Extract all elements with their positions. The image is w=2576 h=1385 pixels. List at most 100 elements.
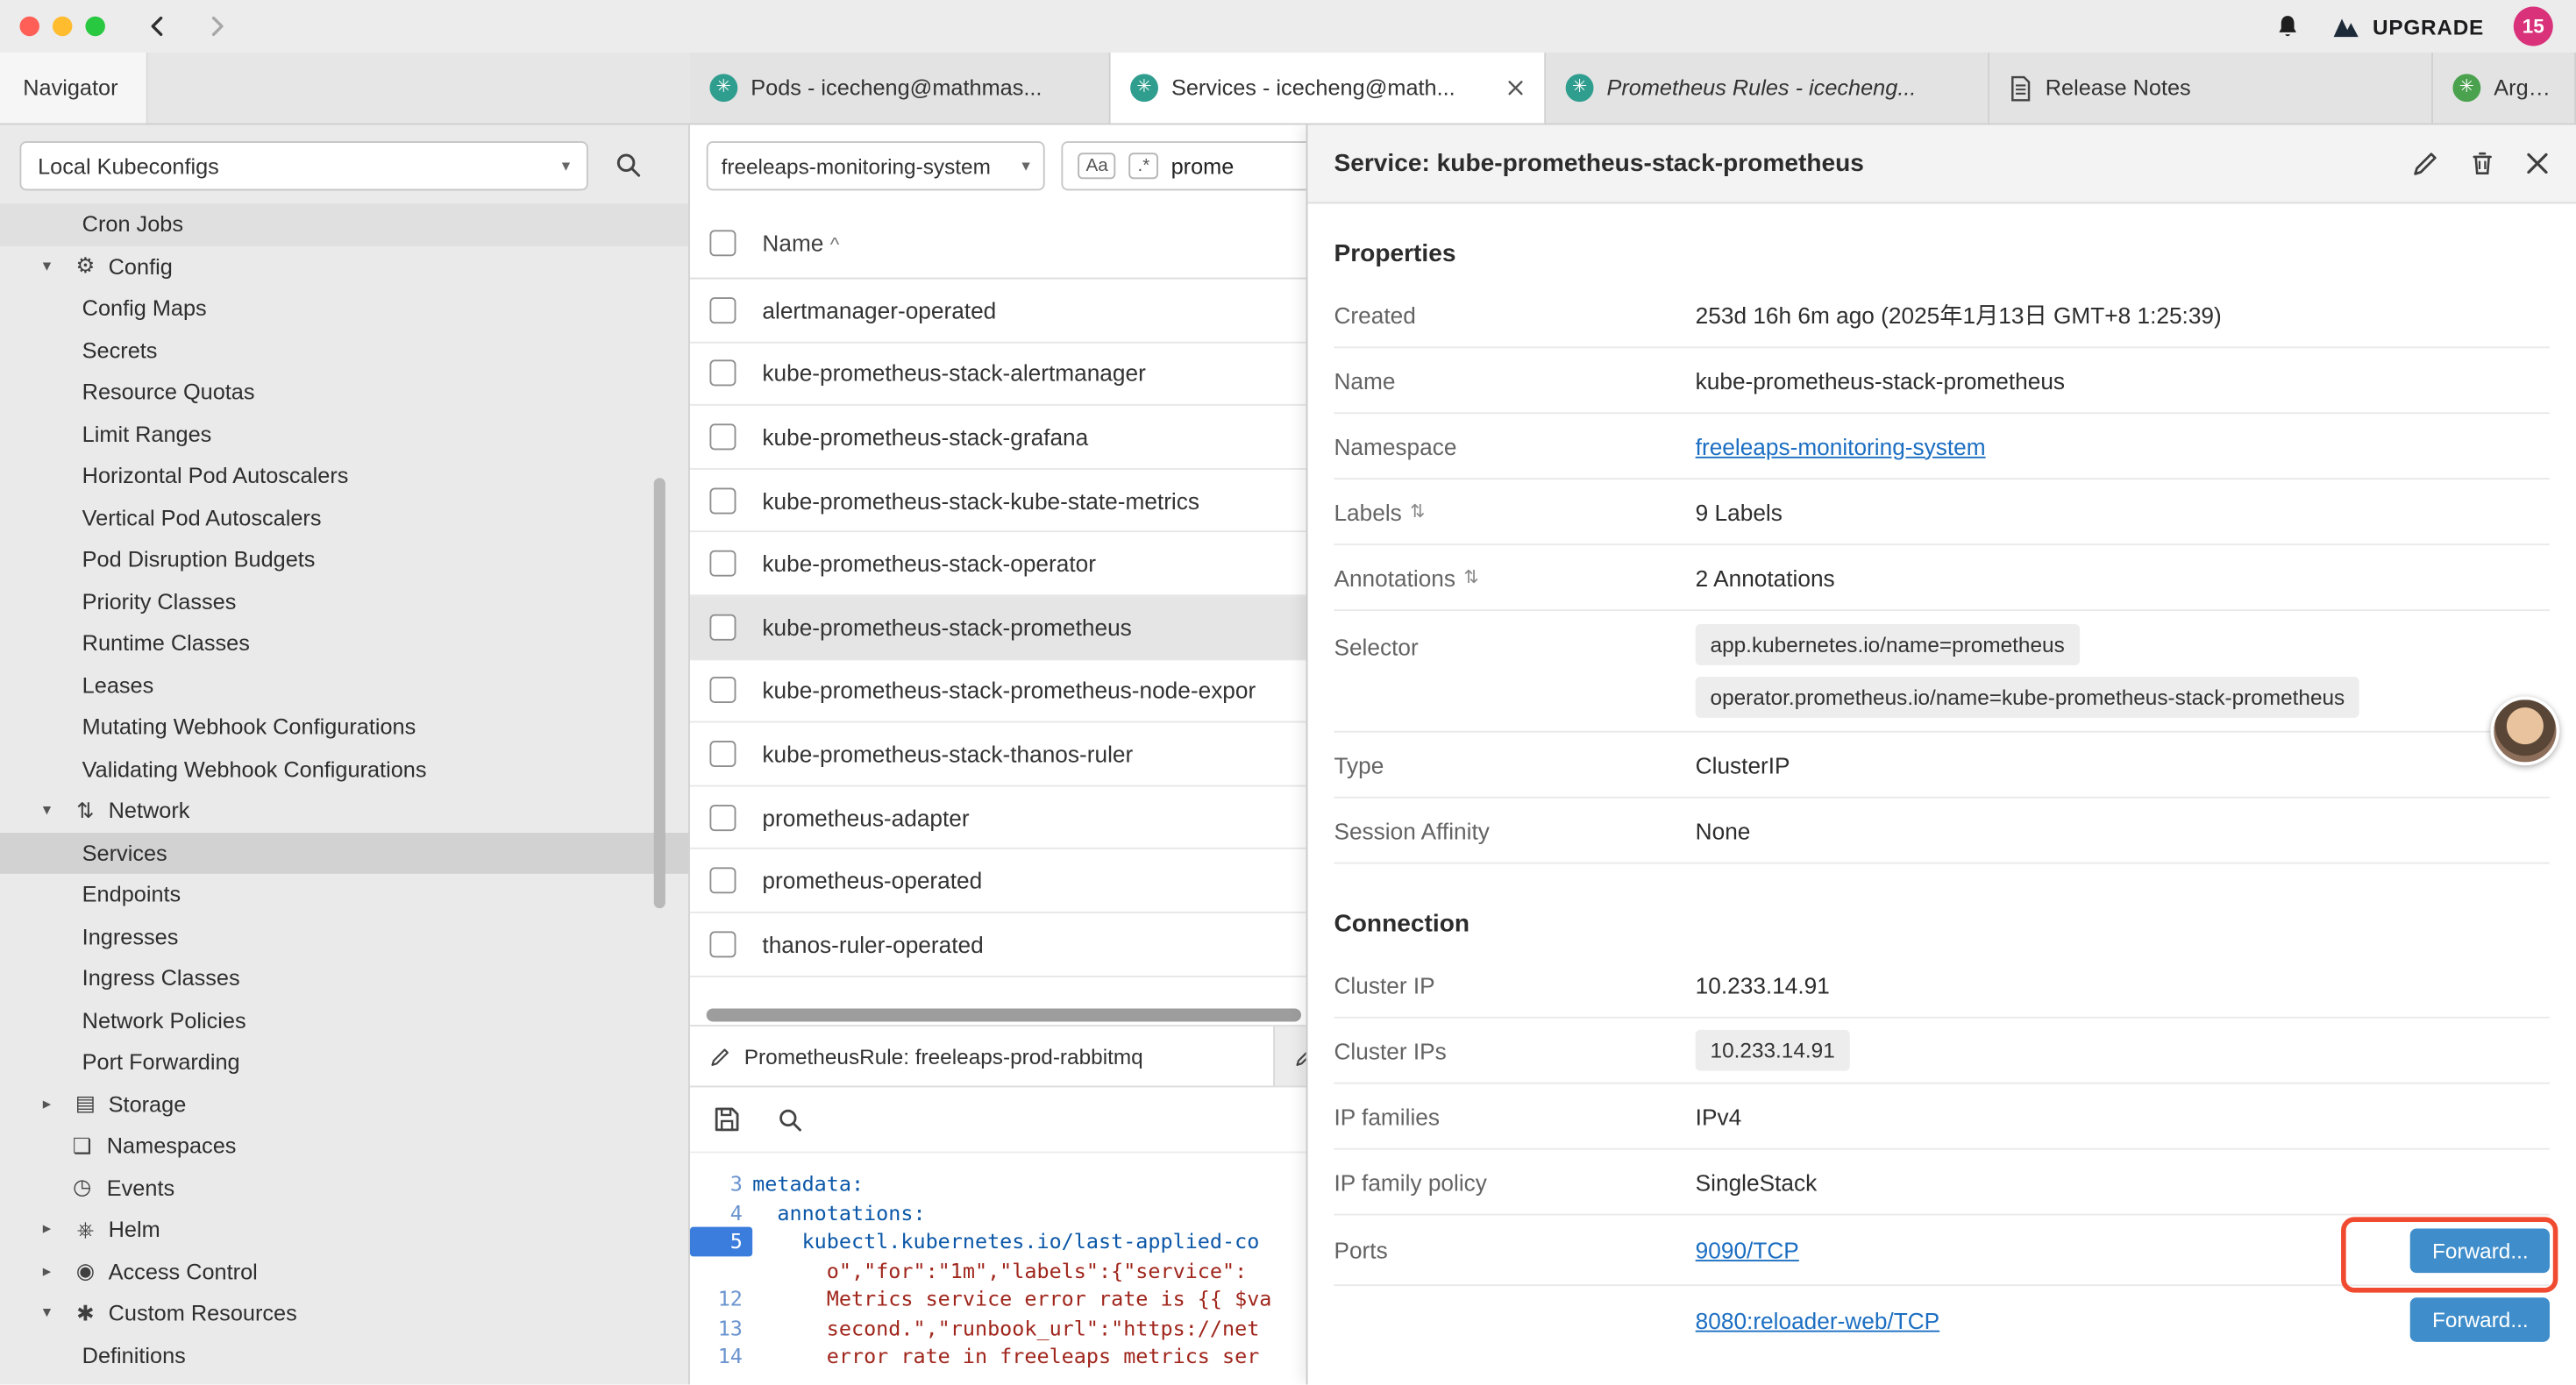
cluster-ip-row: Cluster IP 10.233.14.91 — [1334, 953, 2550, 1019]
sidebar-item-cron-jobs[interactable]: Cron Jobs — [0, 203, 688, 245]
edit-pencil-icon[interactable] — [2412, 150, 2440, 178]
horizontal-scrollbar-thumb[interactable] — [707, 1008, 1301, 1021]
sidebar-scrollbar[interactable] — [654, 478, 665, 908]
forward-button[interactable]: Forward... — [2411, 1297, 2550, 1342]
sidebar-item-secrets[interactable]: Secrets — [0, 330, 688, 372]
notification-count-badge[interactable]: 15 — [2514, 6, 2553, 46]
selector-chip: operator.prometheus.io/name=kube-prometh… — [1696, 677, 2359, 718]
maximize-window-button[interactable] — [85, 17, 104, 36]
save-icon[interactable] — [713, 1105, 741, 1133]
sidebar-item-custom-resources[interactable]: ▾✱Custom Resources — [0, 1293, 688, 1335]
forward-icon[interactable] — [203, 13, 230, 39]
sidebar-item-config[interactable]: ▾⚙Config — [0, 245, 688, 288]
labels-row: Labels⇅ 9 Labels — [1334, 479, 2550, 545]
sidebar-item-port-forwarding[interactable]: Port Forwarding — [0, 1041, 688, 1083]
port-row: 8080:reloader-web/TCP Forward... — [1334, 1284, 2550, 1353]
type-row: Type ClusterIP — [1334, 733, 2550, 799]
regex-toggle[interactable]: .* — [1129, 153, 1157, 179]
sidebar-item-pod-disruption-budgets[interactable]: Pod Disruption Budgets — [0, 539, 688, 581]
close-window-button[interactable] — [19, 17, 39, 36]
ip-families-row: IP families IPv4 — [1334, 1084, 2550, 1150]
notifications-bell-icon[interactable] — [2274, 12, 2302, 40]
sidebar-item-resource-quotas[interactable]: Resource Quotas — [0, 371, 688, 413]
delete-trash-icon[interactable] — [2469, 150, 2495, 178]
cluster-ips-chip: 10.233.14.91 — [1696, 1030, 1850, 1071]
row-checkbox[interactable] — [709, 487, 736, 514]
namespace-dropdown[interactable]: freeleaps-monitoring-system ▾ — [707, 141, 1045, 190]
kubeconfig-dropdown-value: Local Kubeconfigs — [38, 153, 219, 178]
service-details-drawer: Service: kube-prometheus-stack-prometheu… — [1306, 124, 2576, 1384]
network-icon: ⇅ — [72, 798, 98, 824]
sidebar-item-validating-webhook-configurations[interactable]: Validating Webhook Configurations — [0, 748, 688, 790]
sidebar-item-priority-classes[interactable]: Priority Classes — [0, 580, 688, 622]
config-icon: ⚙ — [72, 253, 98, 280]
sidebar-item-config-maps[interactable]: Config Maps — [0, 288, 688, 330]
minimize-window-button[interactable] — [53, 17, 72, 36]
sidebar-item-storage[interactable]: ▸▤Storage — [0, 1083, 688, 1126]
tab-navigator[interactable]: Navigator — [0, 53, 148, 124]
sidebar-item-definitions[interactable]: Definitions — [0, 1334, 688, 1376]
back-icon[interactable] — [145, 13, 171, 39]
custom-resources-icon: ✱ — [72, 1301, 98, 1327]
close-icon[interactable] — [2525, 151, 2550, 175]
sidebar-item-services[interactable]: Services — [0, 832, 688, 874]
close-tab-icon[interactable] — [1506, 79, 1525, 97]
sidebar-item-network-policies[interactable]: Network Policies — [0, 999, 688, 1041]
port-link[interactable]: 8080:reloader-web/TCP — [1696, 1307, 1940, 1333]
row-checkbox[interactable] — [709, 297, 736, 323]
row-checkbox[interactable] — [709, 931, 736, 957]
sidebar-item-vertical-pod-autoscalers[interactable]: Vertical Pod Autoscalers — [0, 497, 688, 539]
sidebar-item-runtime-classes[interactable]: Runtime Classes — [0, 622, 688, 664]
forward-button[interactable]: Forward... — [2411, 1228, 2550, 1273]
sidebar-search-icon[interactable] — [615, 151, 643, 179]
line-number: 3 — [690, 1169, 752, 1198]
sidebar-item-limit-ranges[interactable]: Limit Ranges — [0, 413, 688, 455]
row-checkbox[interactable] — [709, 614, 736, 640]
sidebar-item-ingresses[interactable]: Ingresses — [0, 916, 688, 958]
tab-pods[interactable]: ✳ Pods - icecheng@mathmas... — [690, 53, 1111, 124]
select-all-checkbox[interactable] — [709, 229, 736, 255]
drawer-title: Service: kube-prometheus-stack-prometheu… — [1334, 150, 1863, 178]
row-checkbox[interactable] — [709, 804, 736, 830]
type-value: ClusterIP — [1696, 751, 1790, 778]
code-line: error rate in freeleaps metrics ser — [752, 1342, 1259, 1371]
tab-release-notes[interactable]: Release Notes — [1989, 53, 2433, 124]
row-checkbox[interactable] — [709, 360, 736, 387]
port-row: Ports 9090/TCP Forward... — [1334, 1216, 2550, 1285]
tab-prometheus-rules[interactable]: ✳ Prometheus Rules - icecheng... — [1546, 53, 1989, 124]
expand-collapse-icon[interactable]: ⇅ — [1410, 501, 1425, 522]
app-window: UPGRADE 15 Navigator ✳ Pods - icecheng@m… — [0, 0, 2576, 1385]
sidebar-item-network[interactable]: ▾⇅Network — [0, 790, 688, 832]
kubeconfig-dropdown[interactable]: Local Kubeconfigs ▾ — [19, 141, 587, 190]
expand-collapse-icon[interactable]: ⇅ — [1463, 566, 1478, 587]
navigator-header-zone: Navigator — [0, 53, 690, 124]
namespace-link[interactable]: freeleaps-monitoring-system — [1696, 433, 1986, 459]
sidebar-item-endpoints[interactable]: Endpoints — [0, 874, 688, 916]
row-checkbox[interactable] — [709, 868, 736, 894]
editor-search-icon[interactable] — [777, 1106, 803, 1133]
row-checkbox[interactable] — [709, 423, 736, 450]
row-checkbox[interactable] — [709, 741, 736, 767]
sidebar-item-events[interactable]: ◷Events — [0, 1167, 688, 1209]
row-checkbox[interactable] — [709, 550, 736, 577]
match-case-toggle[interactable]: Aa — [1078, 153, 1116, 179]
sidebar-item-leases[interactable]: Leases — [0, 664, 688, 707]
sidebar-item-mutating-webhook-configurations[interactable]: Mutating Webhook Configurations — [0, 707, 688, 749]
sidebar-item-namespaces[interactable]: ❏Namespaces — [0, 1125, 688, 1167]
tab-services[interactable]: ✳ Services - icecheng@math... — [1111, 53, 1547, 124]
created-value: 253d 16h 6m ago (2025年1月13日 GMT+8 1:25:3… — [1696, 298, 2222, 330]
sidebar-item-access-control[interactable]: ▸◉Access Control — [0, 1251, 688, 1293]
sidebar-item-horizontal-pod-autoscalers[interactable]: Horizontal Pod Autoscalers — [0, 455, 688, 497]
sidebar-item-helm[interactable]: ▸⎈Helm — [0, 1209, 688, 1251]
port-link[interactable]: 9090/TCP — [1696, 1237, 1799, 1263]
sidebar-item-ingress-classes[interactable]: Ingress Classes — [0, 957, 688, 999]
row-checkbox[interactable] — [709, 678, 736, 704]
code-line: Metrics service error rate is {{ $va — [752, 1284, 1271, 1313]
chevron-down-icon: ▾ — [43, 802, 62, 820]
created-row: Created 253d 16h 6m ago (2025年1月13日 GMT+… — [1334, 282, 2550, 348]
dock-tab-prometheusrule[interactable]: PrometheusRule: freeleaps-prod-rabbitmq — [690, 1026, 1275, 1085]
name-column-header[interactable]: Name ^ — [762, 229, 839, 255]
argo-cluster-icon: ✳ — [2452, 74, 2480, 102]
upgrade-button[interactable]: UPGRADE — [2331, 14, 2484, 39]
tab-argo[interactable]: ✳ Argo Se — [2433, 53, 2576, 124]
